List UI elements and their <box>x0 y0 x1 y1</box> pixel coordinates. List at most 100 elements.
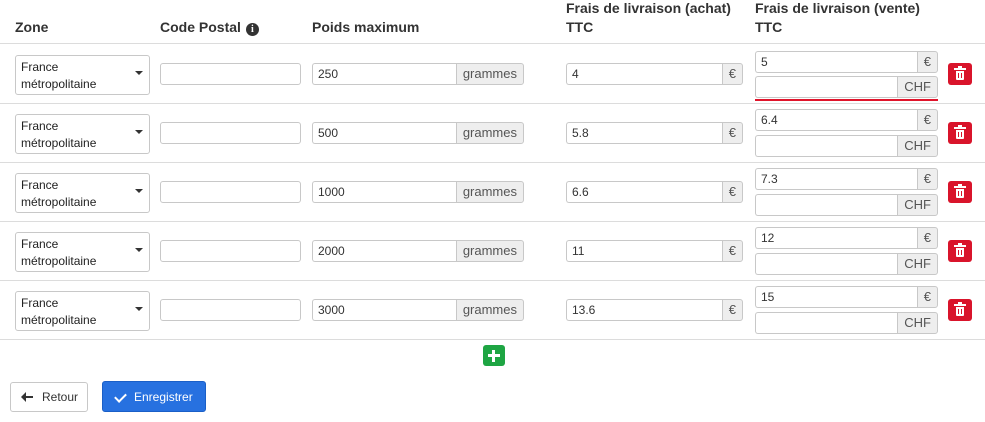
zone-select[interactable]: France métropolitaine <box>15 114 150 154</box>
weight-unit-addon: grammes <box>455 63 524 85</box>
sale-fee-chf-input[interactable] <box>755 135 898 157</box>
postal-code-input[interactable] <box>160 299 301 321</box>
weight-unit-addon: grammes <box>455 240 524 262</box>
table-row: France métropolitaine 2000 grammes 11 € … <box>0 222 985 281</box>
sale-fee-eur-input[interactable]: 15 <box>755 286 917 308</box>
zone-select-line1: France <box>21 178 59 192</box>
chevron-down-icon <box>135 189 143 193</box>
weight-unit-addon: grammes <box>455 299 524 321</box>
purchase-fee-input[interactable]: 4 <box>566 63 722 85</box>
add-row-button[interactable] <box>483 345 505 366</box>
purchase-fee-input-group: 11 € <box>566 240 743 262</box>
back-button[interactable]: Retour <box>10 382 88 412</box>
header-postal-code: Code Postal i <box>160 18 259 37</box>
weight-input[interactable]: 250 <box>312 63 456 85</box>
purchase-fee-input-group: 5.8 € <box>566 122 743 144</box>
chf-addon: CHF <box>897 135 938 157</box>
delete-row-button[interactable] <box>948 299 972 321</box>
sale-fee-eur-group: 12 € <box>755 227 938 249</box>
purchase-fee-input[interactable]: 6.6 <box>566 181 722 203</box>
euro-addon: € <box>721 181 743 203</box>
weight-input-group: 2000 grammes <box>312 240 524 262</box>
zone-select-line2: métropolitaine <box>21 77 97 91</box>
sale-fee-chf-input[interactable] <box>755 76 898 98</box>
purchase-fee-input[interactable]: 11 <box>566 240 722 262</box>
chf-addon: CHF <box>897 194 938 216</box>
sale-fee-chf-input[interactable] <box>755 312 898 334</box>
weight-input[interactable]: 3000 <box>312 299 456 321</box>
sale-fee-chf-group: CHF <box>755 253 938 275</box>
table-row: France métropolitaine 3000 grammes 13.6 … <box>0 281 985 340</box>
save-button-label: Enregistrer <box>134 389 193 404</box>
weight-input-group: 3000 grammes <box>312 299 524 321</box>
table-row: France métropolitaine 500 grammes 5.8 € … <box>0 104 985 163</box>
sale-fee-chf-input[interactable] <box>755 194 898 216</box>
header-sale-line1: Frais de livraison (vente) <box>755 0 920 16</box>
sale-fee-eur-input[interactable]: 12 <box>755 227 917 249</box>
delete-row-button[interactable] <box>948 122 972 144</box>
trash-icon <box>954 243 966 257</box>
zone-select[interactable]: France métropolitaine <box>15 291 150 331</box>
purchase-fee-input-group: 4 € <box>566 63 743 85</box>
weight-input[interactable]: 2000 <box>312 240 456 262</box>
info-circle-icon[interactable]: i <box>245 23 259 36</box>
table-row: France métropolitaine 250 grammes 4 € 5 … <box>0 45 985 104</box>
sale-fee-eur-input[interactable]: 6.4 <box>755 109 917 131</box>
sale-fee-chf-input[interactable] <box>755 253 898 275</box>
zone-select-line1: France <box>21 296 59 310</box>
postal-code-input[interactable] <box>160 122 301 144</box>
euro-addon: € <box>721 63 743 85</box>
purchase-fee-input[interactable]: 5.8 <box>566 122 722 144</box>
trash-icon <box>954 184 966 198</box>
delete-row-button[interactable] <box>948 181 972 203</box>
postal-code-input[interactable] <box>160 240 301 262</box>
delete-row-button[interactable] <box>948 240 972 262</box>
sale-fee-eur-group: 7.3 € <box>755 168 938 190</box>
purchase-fee-input[interactable]: 13.6 <box>566 299 722 321</box>
postal-code-input[interactable] <box>160 63 301 85</box>
weight-input[interactable]: 500 <box>312 122 456 144</box>
trash-icon <box>954 302 966 316</box>
sale-fee-eur-group: 6.4 € <box>755 109 938 131</box>
purchase-fee-input-group: 6.6 € <box>566 181 743 203</box>
weight-unit-addon: grammes <box>455 122 524 144</box>
save-button[interactable]: Enregistrer <box>102 381 206 412</box>
euro-addon: € <box>721 122 743 144</box>
euro-addon: € <box>916 227 938 249</box>
focus-underline <box>755 99 938 101</box>
chf-addon: CHF <box>897 312 938 334</box>
sale-fee-chf-group: CHF <box>755 194 938 216</box>
chf-addon: CHF <box>897 253 938 275</box>
euro-addon: € <box>916 51 938 73</box>
sale-fee-chf-group: CHF <box>755 312 938 334</box>
chevron-down-icon <box>135 248 143 252</box>
zone-select[interactable]: France métropolitaine <box>15 55 150 95</box>
weight-unit-addon: grammes <box>455 181 524 203</box>
euro-addon: € <box>916 109 938 131</box>
header-postal-label: Code Postal <box>160 19 241 35</box>
weight-input[interactable]: 1000 <box>312 181 456 203</box>
trash-icon <box>954 125 966 139</box>
chevron-down-icon <box>135 130 143 134</box>
zone-select-line1: France <box>21 119 59 133</box>
zone-select-line2: métropolitaine <box>21 313 97 327</box>
sale-fee-chf-group: CHF <box>755 135 938 157</box>
zone-select[interactable]: France métropolitaine <box>15 173 150 213</box>
postal-code-input[interactable] <box>160 181 301 203</box>
header-sale-line2: TTC <box>755 19 783 35</box>
zone-select-line1: France <box>21 60 59 74</box>
weight-input-group: 1000 grammes <box>312 181 524 203</box>
chevron-down-icon <box>135 307 143 311</box>
back-button-label: Retour <box>42 390 79 404</box>
header-purchase-line2: TTC <box>566 19 594 35</box>
delete-row-button[interactable] <box>948 63 972 85</box>
sale-fee-chf-group: CHF <box>755 76 938 98</box>
header-zone: Zone <box>15 19 49 35</box>
euro-addon: € <box>916 286 938 308</box>
sale-fee-eur-input[interactable]: 5 <box>755 51 917 73</box>
sale-fee-eur-group: 5 € <box>755 51 938 73</box>
sale-fee-eur-input[interactable]: 7.3 <box>755 168 917 190</box>
euro-addon: € <box>916 168 938 190</box>
zone-select-line2: métropolitaine <box>21 136 97 150</box>
zone-select[interactable]: France métropolitaine <box>15 232 150 272</box>
